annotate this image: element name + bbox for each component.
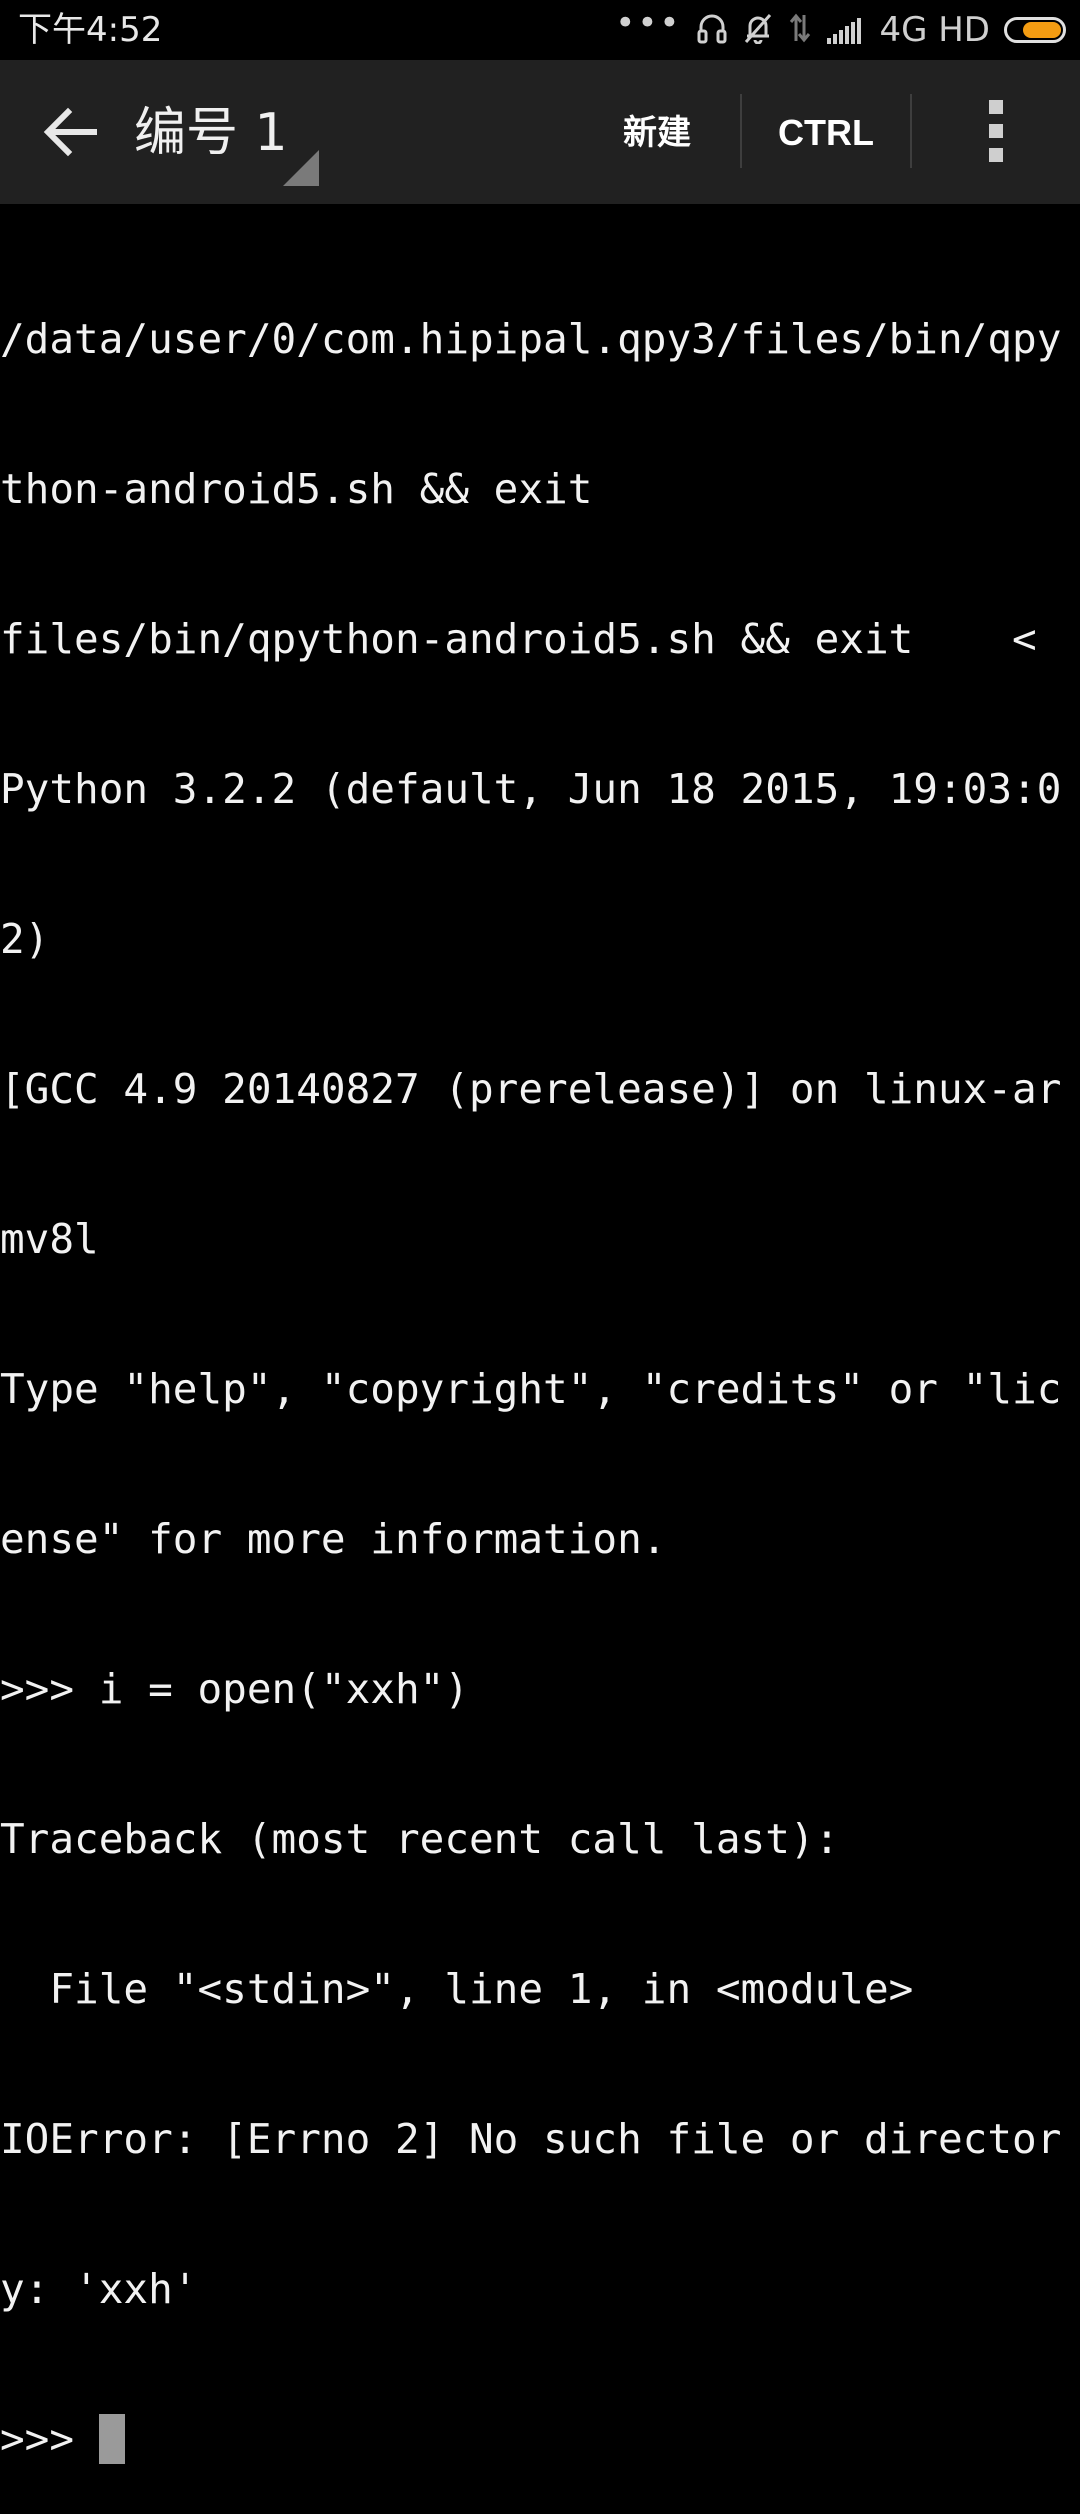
network-type: 4G HD: [879, 10, 990, 50]
action-divider: [740, 94, 742, 168]
terminal-line: Python 3.2.2 (default, Jun 18 2015, 19:0…: [0, 765, 1062, 813]
headphones-icon: [697, 12, 727, 48]
more-notifications-icon: •••: [615, 3, 682, 43]
bell-muted-icon: [743, 12, 773, 48]
text-cursor: [98, 2414, 125, 2464]
status-time: 下午4:52: [18, 10, 163, 50]
terminal-prompt-line[interactable]: >>>: [0, 2414, 1080, 2464]
status-bar: 下午4:52 ••• 4G HD: [0, 0, 1080, 60]
terminal-line: ense" for more information.: [0, 1515, 667, 1563]
data-arrows-icon: [789, 13, 811, 47]
terminal-line: thon-android5.sh && exit: [0, 465, 593, 513]
overflow-menu-icon[interactable]: [985, 100, 1007, 166]
battery-level: [1023, 22, 1061, 38]
ctrl-button[interactable]: CTRL: [768, 98, 884, 168]
terminal-line: Traceback (most recent call last):: [0, 1815, 840, 1863]
session-title[interactable]: 编号 1: [134, 98, 288, 168]
terminal-line: Type "help", "copyright", "credits" or "…: [0, 1365, 1062, 1413]
terminal-line: 2): [0, 915, 50, 963]
terminal-line: IOError: [Errno 2] No such file or direc…: [0, 2115, 1062, 2163]
terminal-line: [GCC 4.9 20140827 (prerelease)] on linux…: [0, 1065, 1062, 1113]
terminal-line: File "<stdin>", line 1, in <module>: [0, 1965, 914, 2013]
battery-icon: [1004, 17, 1066, 43]
new-button[interactable]: 新建: [604, 98, 710, 168]
terminal-line: mv8l: [0, 1215, 99, 1263]
back-arrow-icon[interactable]: [40, 104, 100, 160]
status-icons: ••• 4G HD: [599, 3, 1066, 52]
action-divider: [910, 94, 912, 168]
terminal-output[interactable]: /data/user/0/com.hipipal.qpy3/files/bin/…: [0, 214, 1080, 2514]
terminal-line: files/bin/qpython-android5.sh && exit <: [0, 615, 1037, 663]
terminal-line: >>> i = open("xxh"): [0, 1665, 469, 1713]
dropdown-corner-icon[interactable]: [283, 150, 319, 186]
terminal-line: /data/user/0/com.hipipal.qpy3/files/bin/…: [0, 315, 1062, 363]
terminal-prompt: >>>: [0, 2415, 99, 2463]
terminal-line: y: 'xxh': [0, 2265, 198, 2313]
signal-icon: [827, 16, 863, 44]
app-bar: 编号 1 新建 CTRL: [0, 60, 1080, 204]
